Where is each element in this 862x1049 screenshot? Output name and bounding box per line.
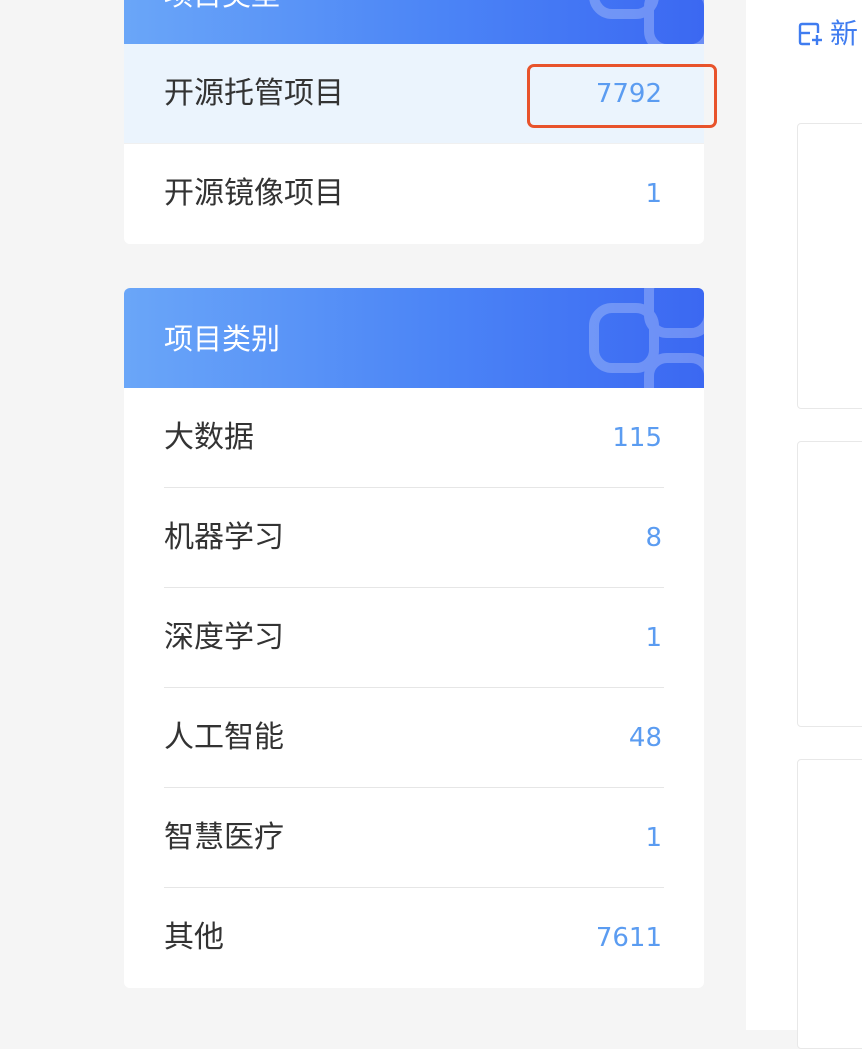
category-item-count: 8 bbox=[645, 523, 662, 553]
category-item-count: 48 bbox=[628, 723, 662, 753]
category-item-count: 115 bbox=[612, 423, 662, 453]
new-project-label: 新 bbox=[830, 17, 859, 50]
project-type-item-count: 1 bbox=[645, 179, 662, 209]
project-card[interactable] bbox=[797, 123, 862, 409]
category-item-smart-healthcare[interactable]: 智慧医疗 1 bbox=[124, 788, 704, 888]
project-type-item-label: 开源托管项目 bbox=[164, 76, 344, 111]
category-item-other[interactable]: 其他 7611 bbox=[124, 888, 704, 988]
new-project-button[interactable]: 新 bbox=[796, 16, 858, 52]
new-document-icon bbox=[798, 22, 822, 46]
project-card[interactable] bbox=[797, 759, 862, 1049]
project-category-panel: 项目类别 大数据 115 机器学习 8 深度学习 1 人工智能 48 智慧医疗 … bbox=[124, 288, 704, 988]
category-item-deep-learning[interactable]: 深度学习 1 bbox=[124, 588, 704, 688]
category-item-ai[interactable]: 人工智能 48 bbox=[124, 688, 704, 788]
header-decoration-icon bbox=[589, 0, 704, 44]
category-item-label: 智慧医疗 bbox=[164, 820, 284, 855]
project-type-item-mirror[interactable]: 开源镜像项目 1 bbox=[124, 144, 704, 244]
project-type-header: 项目类型 bbox=[124, 0, 704, 44]
category-item-count: 7611 bbox=[595, 923, 662, 953]
category-item-label: 大数据 bbox=[164, 420, 254, 455]
project-category-title: 项目类别 bbox=[164, 322, 281, 356]
project-card[interactable] bbox=[797, 441, 862, 727]
category-item-label: 其他 bbox=[164, 920, 224, 955]
project-type-item-label: 开源镜像项目 bbox=[164, 176, 344, 211]
highlight-annotation-box bbox=[527, 64, 717, 128]
project-category-header: 项目类别 bbox=[124, 288, 704, 388]
category-item-count: 1 bbox=[645, 823, 662, 853]
category-item-label: 机器学习 bbox=[164, 520, 284, 555]
project-type-title: 项目类型 bbox=[164, 0, 280, 13]
category-item-count: 1 bbox=[645, 623, 662, 653]
category-item-big-data[interactable]: 大数据 115 bbox=[124, 388, 704, 488]
header-decoration-icon bbox=[589, 288, 704, 388]
category-item-machine-learning[interactable]: 机器学习 8 bbox=[124, 488, 704, 588]
category-item-label: 深度学习 bbox=[164, 620, 284, 655]
category-item-label: 人工智能 bbox=[164, 720, 284, 755]
